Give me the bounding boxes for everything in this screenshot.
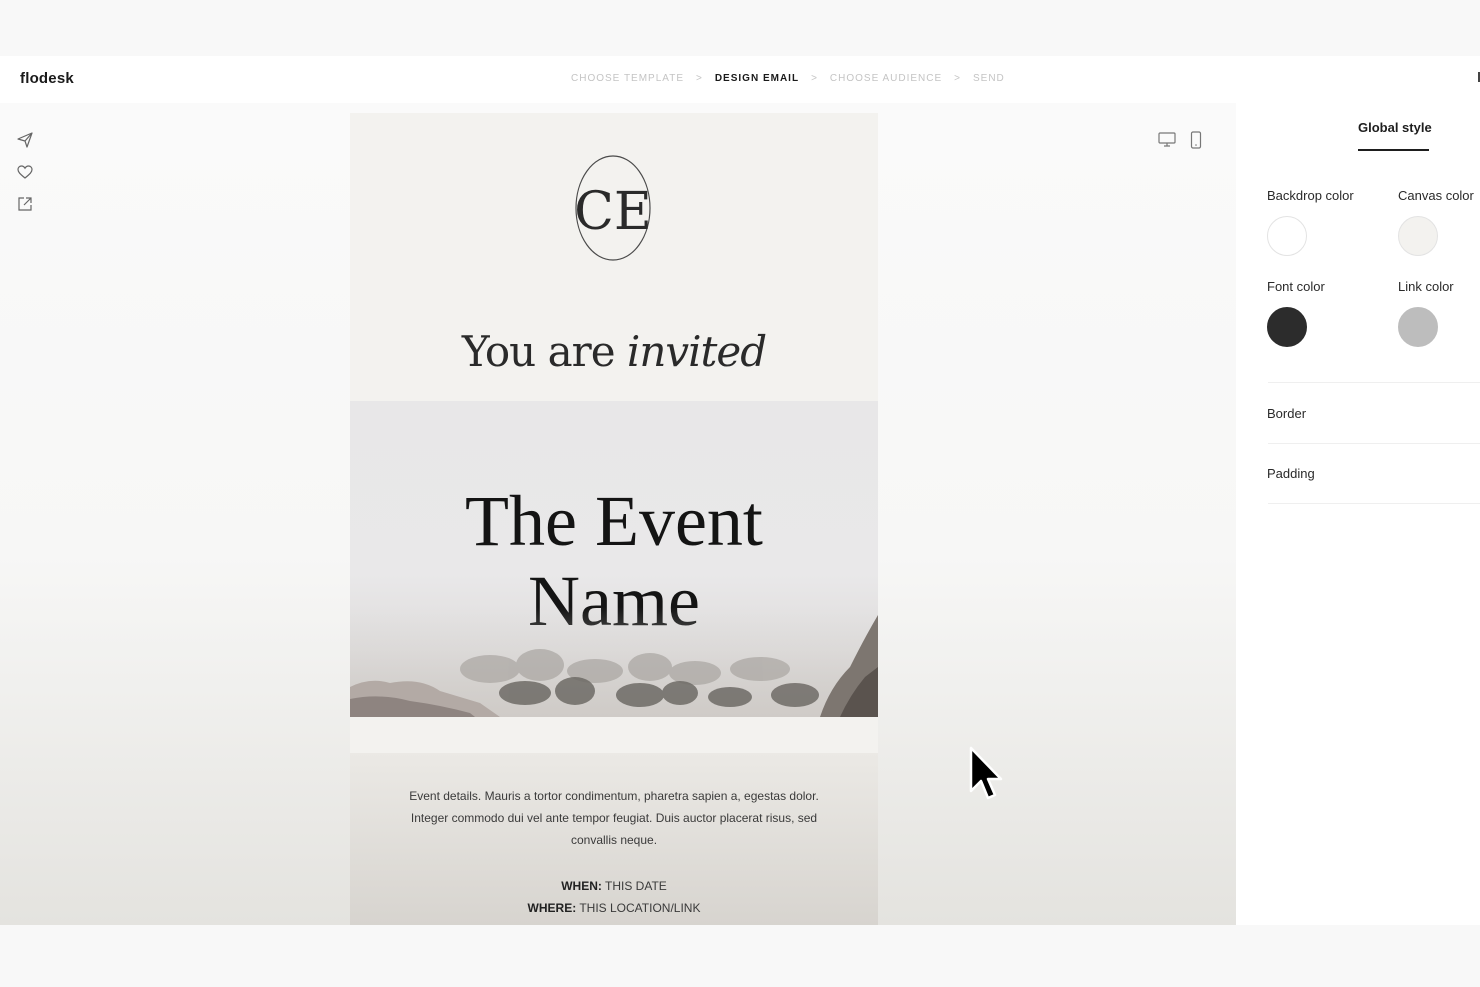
step-design-email[interactable]: DESIGN EMAIL	[715, 73, 799, 84]
event-details-text: Event details. Mauris a tortor condiment…	[409, 789, 819, 847]
link-color-swatch[interactable]	[1398, 307, 1438, 347]
where-value: THIS LOCATION/LINK	[576, 901, 701, 915]
invitation-italic: invited	[626, 327, 767, 376]
where-label: WHERE:	[527, 901, 577, 915]
when-value: THIS DATE	[601, 879, 667, 893]
link-color-label: Link color	[1398, 279, 1454, 294]
mobile-icon[interactable]	[1190, 131, 1202, 154]
misty-landscape-image	[350, 607, 878, 717]
step-separator: >	[695, 73, 703, 84]
brand-logo[interactable]: flodesk	[20, 70, 74, 87]
step-separator: >	[954, 73, 961, 84]
monogram-text: CE	[575, 182, 651, 242]
divider	[1268, 503, 1480, 504]
canvas-color-label: Canvas color	[1398, 188, 1474, 203]
step-separator: >	[811, 73, 818, 84]
desktop-icon[interactable]	[1158, 131, 1176, 154]
active-tab-indicator	[1358, 149, 1429, 151]
external-link-icon[interactable]	[16, 195, 34, 213]
font-color-label: Font color	[1267, 279, 1325, 294]
global-style-panel: Global style Backdrop color Canvas color…	[1236, 103, 1480, 925]
left-toolbar	[16, 131, 34, 213]
monogram-logo: CE	[575, 155, 651, 261]
event-details-block[interactable]: Event details. Mauris a tortor condiment…	[350, 753, 878, 925]
step-choose-template[interactable]: CHOOSE TEMPLATE	[571, 73, 684, 84]
when-label: WHEN:	[561, 879, 602, 893]
hero-image-block[interactable]: The Event Name	[350, 401, 878, 717]
canvas-color-swatch[interactable]	[1398, 216, 1438, 256]
when-line: WHEN: THIS DATE	[350, 875, 878, 897]
canvas-workspace: CE You are invited The Event Name Event …	[0, 103, 1236, 925]
backdrop-color-swatch[interactable]	[1267, 216, 1307, 256]
heart-icon[interactable]	[16, 163, 34, 181]
top-bar: flodesk CHOOSE TEMPLATE > DESIGN EMAIL >…	[0, 56, 1480, 103]
view-toggle-group	[1158, 131, 1202, 154]
event-name-line: The Event	[465, 481, 763, 561]
backdrop-color-label: Backdrop color	[1267, 188, 1354, 203]
step-send[interactable]: SEND	[973, 73, 1005, 84]
step-breadcrumb: CHOOSE TEMPLATE > DESIGN EMAIL > CHOOSE …	[571, 73, 1005, 84]
event-meta: WHEN: THIS DATE WHERE: THIS LOCATION/LIN…	[350, 875, 878, 919]
divider	[1268, 382, 1480, 383]
step-choose-audience[interactable]: CHOOSE AUDIENCE	[830, 73, 942, 84]
border-section[interactable]: Border	[1267, 406, 1306, 421]
tab-global-style[interactable]: Global style	[1358, 120, 1432, 135]
invitation-heading: You are invited	[350, 327, 878, 376]
font-color-swatch[interactable]	[1267, 307, 1307, 347]
padding-section[interactable]: Padding	[1267, 466, 1315, 481]
invitation-plain: You are	[461, 327, 627, 376]
mouse-cursor-icon	[969, 746, 1003, 800]
bottom-band	[0, 925, 1480, 987]
email-preview[interactable]: CE You are invited The Event Name Event …	[350, 113, 878, 925]
send-icon[interactable]	[16, 131, 34, 149]
divider	[1268, 443, 1480, 444]
where-line: WHERE: THIS LOCATION/LINK	[350, 897, 878, 919]
